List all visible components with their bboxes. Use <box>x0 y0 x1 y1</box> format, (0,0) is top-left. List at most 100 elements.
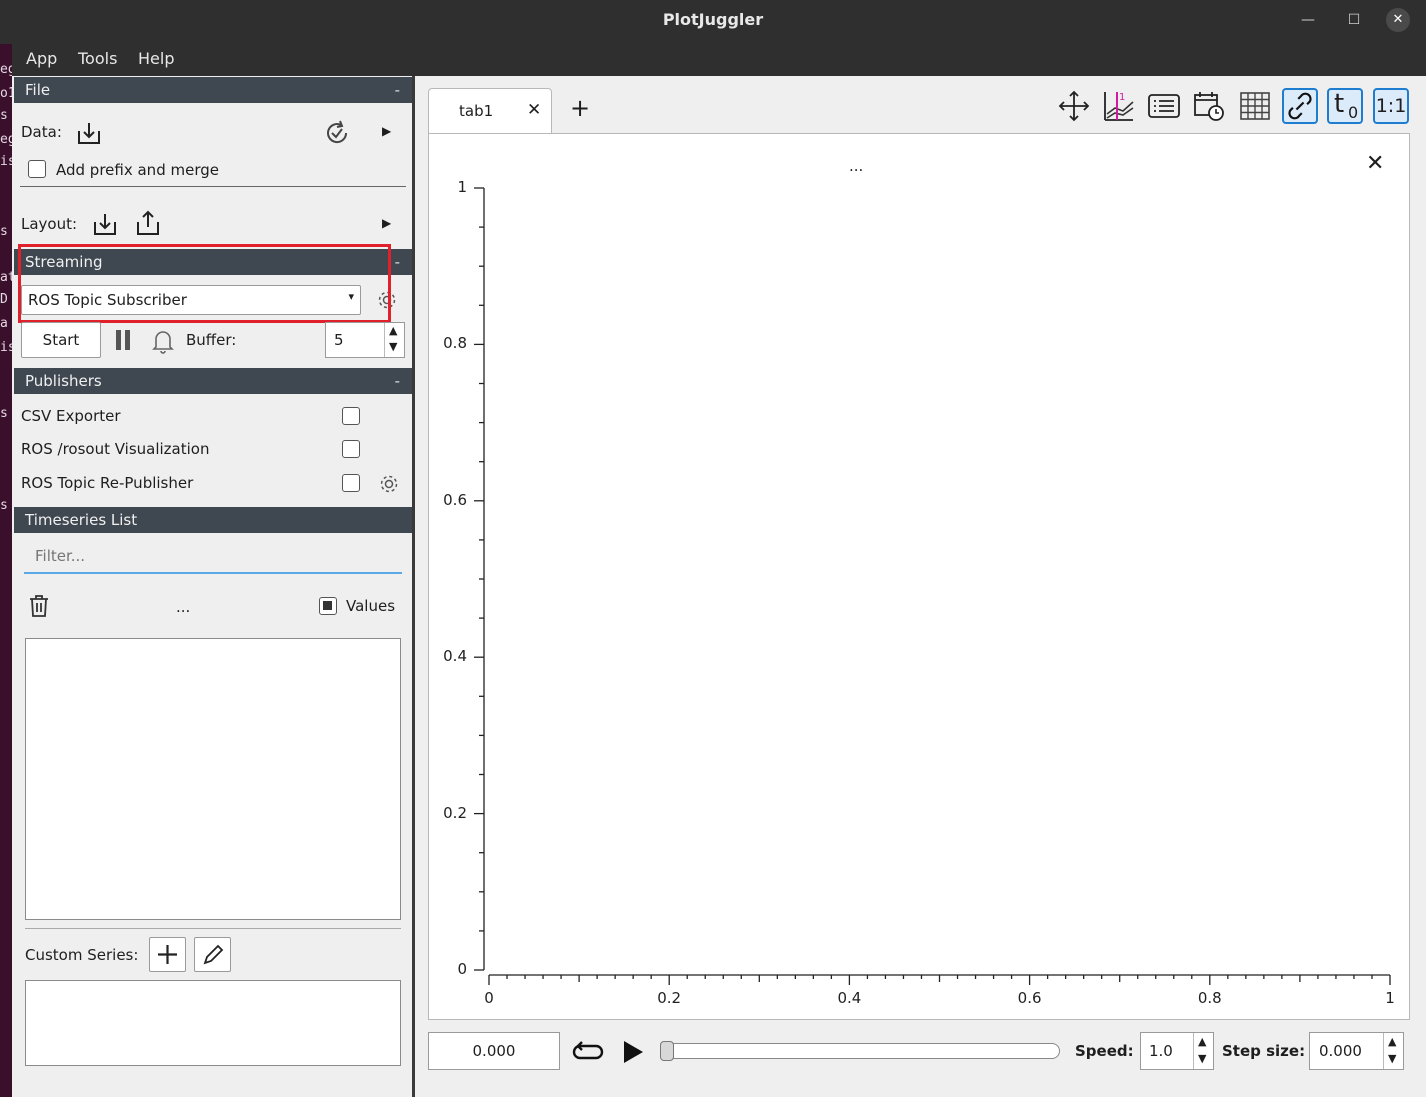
pencil-icon <box>203 944 224 965</box>
custom-series-label: Custom Series: <box>25 946 139 964</box>
chevron-up-icon[interactable]: ▲ <box>1388 1035 1396 1048</box>
trash-icon[interactable] <box>28 594 50 618</box>
loop-icon[interactable] <box>572 1038 604 1066</box>
expand-arrow-icon[interactable]: ▶ <box>382 124 391 138</box>
background-text: is <box>0 340 12 355</box>
step-size-spinbox[interactable]: 0.000 ▲ ▼ <box>1309 1032 1404 1070</box>
play-icon[interactable] <box>620 1038 646 1066</box>
buffer-value: 5 <box>334 331 344 349</box>
publishers-section-header[interactable]: Publishers - <box>14 368 412 394</box>
reload-icon[interactable] <box>322 118 352 148</box>
y-tick-label: 1 <box>457 178 467 196</box>
timeseries-section-header[interactable]: Timeseries List <box>14 507 412 533</box>
gear-icon[interactable] <box>378 473 400 495</box>
list-icon[interactable] <box>1146 88 1182 124</box>
collapse-icon[interactable]: - <box>395 249 400 275</box>
highlight-box <box>18 244 391 323</box>
publisher-checkbox[interactable] <box>342 474 360 492</box>
t0-subscript: 0 <box>1348 103 1359 122</box>
t0-label: t <box>1334 89 1345 119</box>
menu-app[interactable]: App <box>26 49 57 68</box>
load-data-icon[interactable] <box>76 120 102 146</box>
buffer-spinbox[interactable]: 5 ▲ ▼ <box>325 322 405 358</box>
file-section-header[interactable]: File - <box>14 77 412 103</box>
step-size-label: Step size: <box>1222 1042 1306 1060</box>
timeline-slider[interactable] <box>660 1043 1060 1059</box>
menu-help[interactable]: Help <box>138 49 174 68</box>
link-icon[interactable] <box>1282 88 1318 124</box>
background-text: o1 <box>0 86 12 101</box>
background-text: s <box>0 224 8 239</box>
values-checkbox[interactable] <box>319 597 337 615</box>
y-tick-label: 0 <box>457 960 467 978</box>
checkbox-fill <box>323 601 332 610</box>
background-text: eg <box>0 62 12 77</box>
custom-series-list[interactable] <box>25 980 401 1066</box>
publisher-checkbox[interactable] <box>342 407 360 425</box>
ellipsis-label: ... <box>176 598 191 616</box>
add-prefix-label: Add prefix and merge <box>56 161 219 179</box>
chevron-down-icon[interactable]: ▼ <box>389 340 397 353</box>
minimize-button[interactable]: — <box>1296 8 1320 32</box>
add-tab-button[interactable]: + <box>570 94 590 122</box>
y-tick-label: 0.6 <box>443 490 467 509</box>
load-layout-icon[interactable] <box>92 211 118 237</box>
close-tab-icon[interactable]: ✕ <box>527 100 541 120</box>
pause-icon[interactable] <box>116 330 121 350</box>
time-field[interactable]: 0.000 <box>428 1032 560 1070</box>
ratio-button[interactable]: 1:1 <box>1373 88 1409 124</box>
speed-spinbox[interactable]: 1.0 ▲ ▼ <box>1140 1032 1214 1070</box>
add-prefix-checkbox[interactable] <box>28 160 46 178</box>
file-section-title: File <box>25 81 51 99</box>
divider <box>25 928 401 929</box>
publisher-checkbox[interactable] <box>342 440 360 458</box>
x-tick-label: 0.2 <box>657 989 682 1007</box>
chevron-down-icon[interactable]: ▼ <box>1198 1052 1206 1065</box>
x-tick-label: 0.6 <box>1017 989 1042 1007</box>
move-icon[interactable] <box>1056 88 1092 124</box>
slider-handle[interactable] <box>660 1041 674 1061</box>
spin-arrows[interactable]: ▲ ▼ <box>384 323 404 357</box>
background-window-strip <box>0 44 12 1097</box>
start-button[interactable]: Start <box>21 322 101 358</box>
legend-icon[interactable]: 1 <box>1101 88 1137 124</box>
x-tick-label: 1 <box>1385 989 1395 1007</box>
splitter[interactable] <box>412 76 415 1097</box>
background-text: D <box>0 292 8 307</box>
add-custom-series-button[interactable] <box>149 937 186 972</box>
save-layout-icon[interactable] <box>135 209 161 237</box>
edit-custom-series-button[interactable] <box>194 937 231 972</box>
timeseries-list[interactable] <box>25 638 401 920</box>
plus-icon <box>158 945 177 964</box>
menu-tools[interactable]: Tools <box>78 49 117 68</box>
y-tick-label: 0.2 <box>443 803 467 822</box>
close-window-button[interactable]: ✕ <box>1386 8 1410 32</box>
speed-label: Speed: <box>1075 1042 1134 1060</box>
calendar-clock-icon[interactable] <box>1191 88 1227 124</box>
chevron-up-icon[interactable]: ▲ <box>389 324 397 337</box>
time-offset-button[interactable]: t 0 <box>1327 88 1363 124</box>
collapse-icon[interactable]: - <box>395 368 400 394</box>
x-tick-label: 0.8 <box>1197 989 1222 1007</box>
spin-arrows[interactable]: ▲ ▼ <box>1383 1033 1403 1069</box>
bell-icon[interactable] <box>151 327 175 354</box>
spin-arrows[interactable]: ▲ ▼ <box>1193 1033 1213 1069</box>
background-text: s <box>0 498 8 513</box>
chevron-down-icon[interactable]: ▼ <box>1388 1052 1396 1065</box>
background-text: is <box>0 154 12 169</box>
collapse-icon[interactable]: - <box>395 77 400 103</box>
filter-input[interactable] <box>24 540 402 574</box>
tab-tab1[interactable]: tab1 ✕ <box>428 88 552 134</box>
data-label: Data: <box>21 123 62 141</box>
chevron-up-icon[interactable]: ▲ <box>1198 1035 1206 1048</box>
publisher-label: ROS /rosout Visualization <box>21 440 210 458</box>
y-tick-label: 0.4 <box>443 647 467 666</box>
pause-icon[interactable] <box>125 330 130 350</box>
maximize-button[interactable]: ☐ <box>1342 8 1366 32</box>
grid-icon[interactable] <box>1237 88 1273 124</box>
publishers-section-title: Publishers <box>25 372 102 390</box>
step-size-value: 0.000 <box>1319 1042 1362 1060</box>
expand-arrow-icon[interactable]: ▶ <box>382 216 391 230</box>
y-tick-label: 0.8 <box>443 334 467 353</box>
plot-axes <box>474 187 1391 985</box>
